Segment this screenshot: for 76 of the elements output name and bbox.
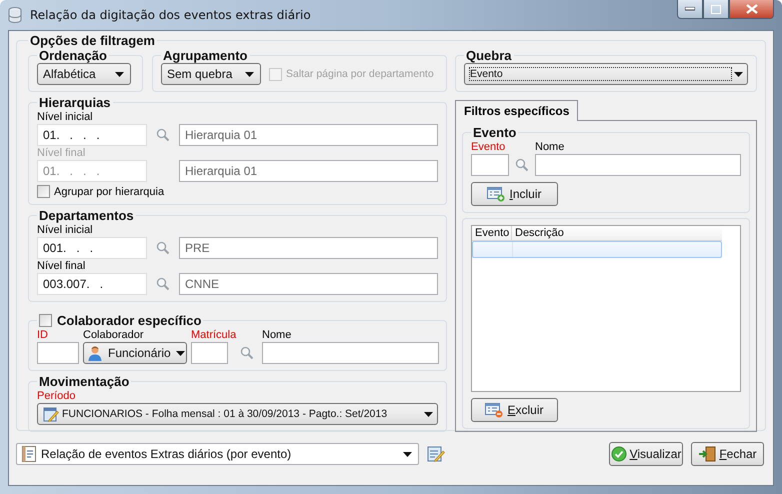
break-dropdown[interactable]: Evento: [464, 63, 748, 85]
column-header[interactable]: Descrição: [512, 226, 722, 240]
group-title: Quebra: [465, 48, 513, 63]
field-label: Evento: [471, 140, 506, 154]
field-label: Colaborador: [83, 328, 145, 342]
search-icon[interactable]: [156, 128, 170, 142]
exit-door-icon: [698, 446, 716, 462]
search-icon[interactable]: [515, 158, 529, 172]
database-icon: [6, 6, 24, 24]
code-field[interactable]: 001. . .: [37, 237, 147, 259]
field-label: Matrícula: [191, 328, 238, 342]
field-label: Nível final: [37, 146, 86, 160]
id-field[interactable]: [37, 342, 79, 364]
code-field[interactable]: 003.007. .: [37, 273, 147, 295]
list-remove-icon: [485, 402, 504, 418]
field-label: Nível final: [37, 259, 86, 273]
employee-type-dropdown[interactable]: Funcionário: [83, 342, 187, 364]
sort-dropdown[interactable]: Alfabética: [37, 63, 131, 85]
include-button[interactable]: Incluir: [471, 182, 558, 206]
group-title: Opções de filtragem: [29, 33, 156, 48]
checkbox-label: Saltar página por departamento: [286, 68, 434, 80]
field-label: Nome: [535, 140, 566, 154]
caret-icon: [424, 412, 433, 416]
minimize-icon: [685, 7, 695, 11]
group-title: Departamentos: [38, 208, 135, 223]
group-title: Agrupamento: [162, 48, 248, 63]
caret-icon: [176, 350, 185, 356]
grouping-dropdown[interactable]: Sem quebra: [161, 63, 261, 85]
calendar-edit-icon: [43, 406, 59, 422]
delete-button[interactable]: Excluir: [471, 398, 558, 422]
view-button[interactable]: Visualizar: [609, 442, 683, 466]
checkbox[interactable]: [37, 185, 50, 198]
report-icon: [22, 446, 36, 462]
column-header[interactable]: Evento: [472, 226, 512, 240]
group-title: Evento: [472, 125, 518, 140]
period-dropdown[interactable]: FUNCIONARIOS - Folha mensal : 01 à 30/09/2013 - Pagto.: Set/2013: [37, 403, 438, 425]
group-title: Hierarquias: [38, 95, 112, 110]
name-field[interactable]: PRE: [179, 237, 438, 259]
maximize-button[interactable]: [703, 0, 729, 19]
maximize-icon: [711, 4, 721, 14]
name-field[interactable]: CNNE: [179, 273, 438, 295]
search-icon[interactable]: [156, 241, 170, 255]
minimize-button[interactable]: [677, 0, 703, 19]
checkbox-label: Agrupar por hierarquia: [54, 186, 164, 198]
event-name-field[interactable]: [535, 154, 741, 176]
person-icon: [87, 345, 103, 361]
close-icon: [746, 4, 758, 14]
registration-field[interactable]: [191, 342, 228, 364]
caret-icon: [245, 72, 254, 76]
field-label: Nível inicial: [37, 110, 94, 124]
edit-icon[interactable]: [427, 445, 445, 463]
field-label: ID: [37, 328, 49, 342]
name-field[interactable]: Hierarquia 01: [179, 124, 438, 146]
check-circle-icon: [610, 446, 627, 462]
search-icon[interactable]: [156, 277, 170, 291]
field-label: Período: [37, 389, 77, 403]
field-label: Nível inicial: [37, 223, 94, 237]
window-title: Relação da digitação dos eventos extras diário: [30, 8, 311, 22]
caret-icon: [403, 452, 412, 456]
name-field[interactable]: [262, 342, 439, 364]
list-add-icon: [487, 186, 506, 202]
tab[interactable]: Filtros específicos: [455, 100, 578, 121]
group-title: Colaborador específico: [57, 313, 202, 328]
group-title: Ordenação: [38, 48, 108, 63]
field-label: Nome: [262, 328, 292, 342]
search-icon[interactable]: [240, 346, 254, 360]
group-title: Movimentação: [38, 374, 130, 389]
table-row[interactable]: [472, 241, 722, 258]
checkbox[interactable]: [39, 314, 52, 327]
event-code-field[interactable]: [471, 154, 509, 176]
caret-icon: [734, 72, 743, 76]
code-field[interactable]: 01. . . .: [37, 124, 147, 146]
report-dropdown[interactable]: Relação de eventos Extras diários (por evento): [16, 443, 419, 465]
close-button[interactable]: [729, 0, 774, 19]
caret-icon: [115, 72, 124, 76]
close-button[interactable]: Fechar: [691, 442, 764, 466]
